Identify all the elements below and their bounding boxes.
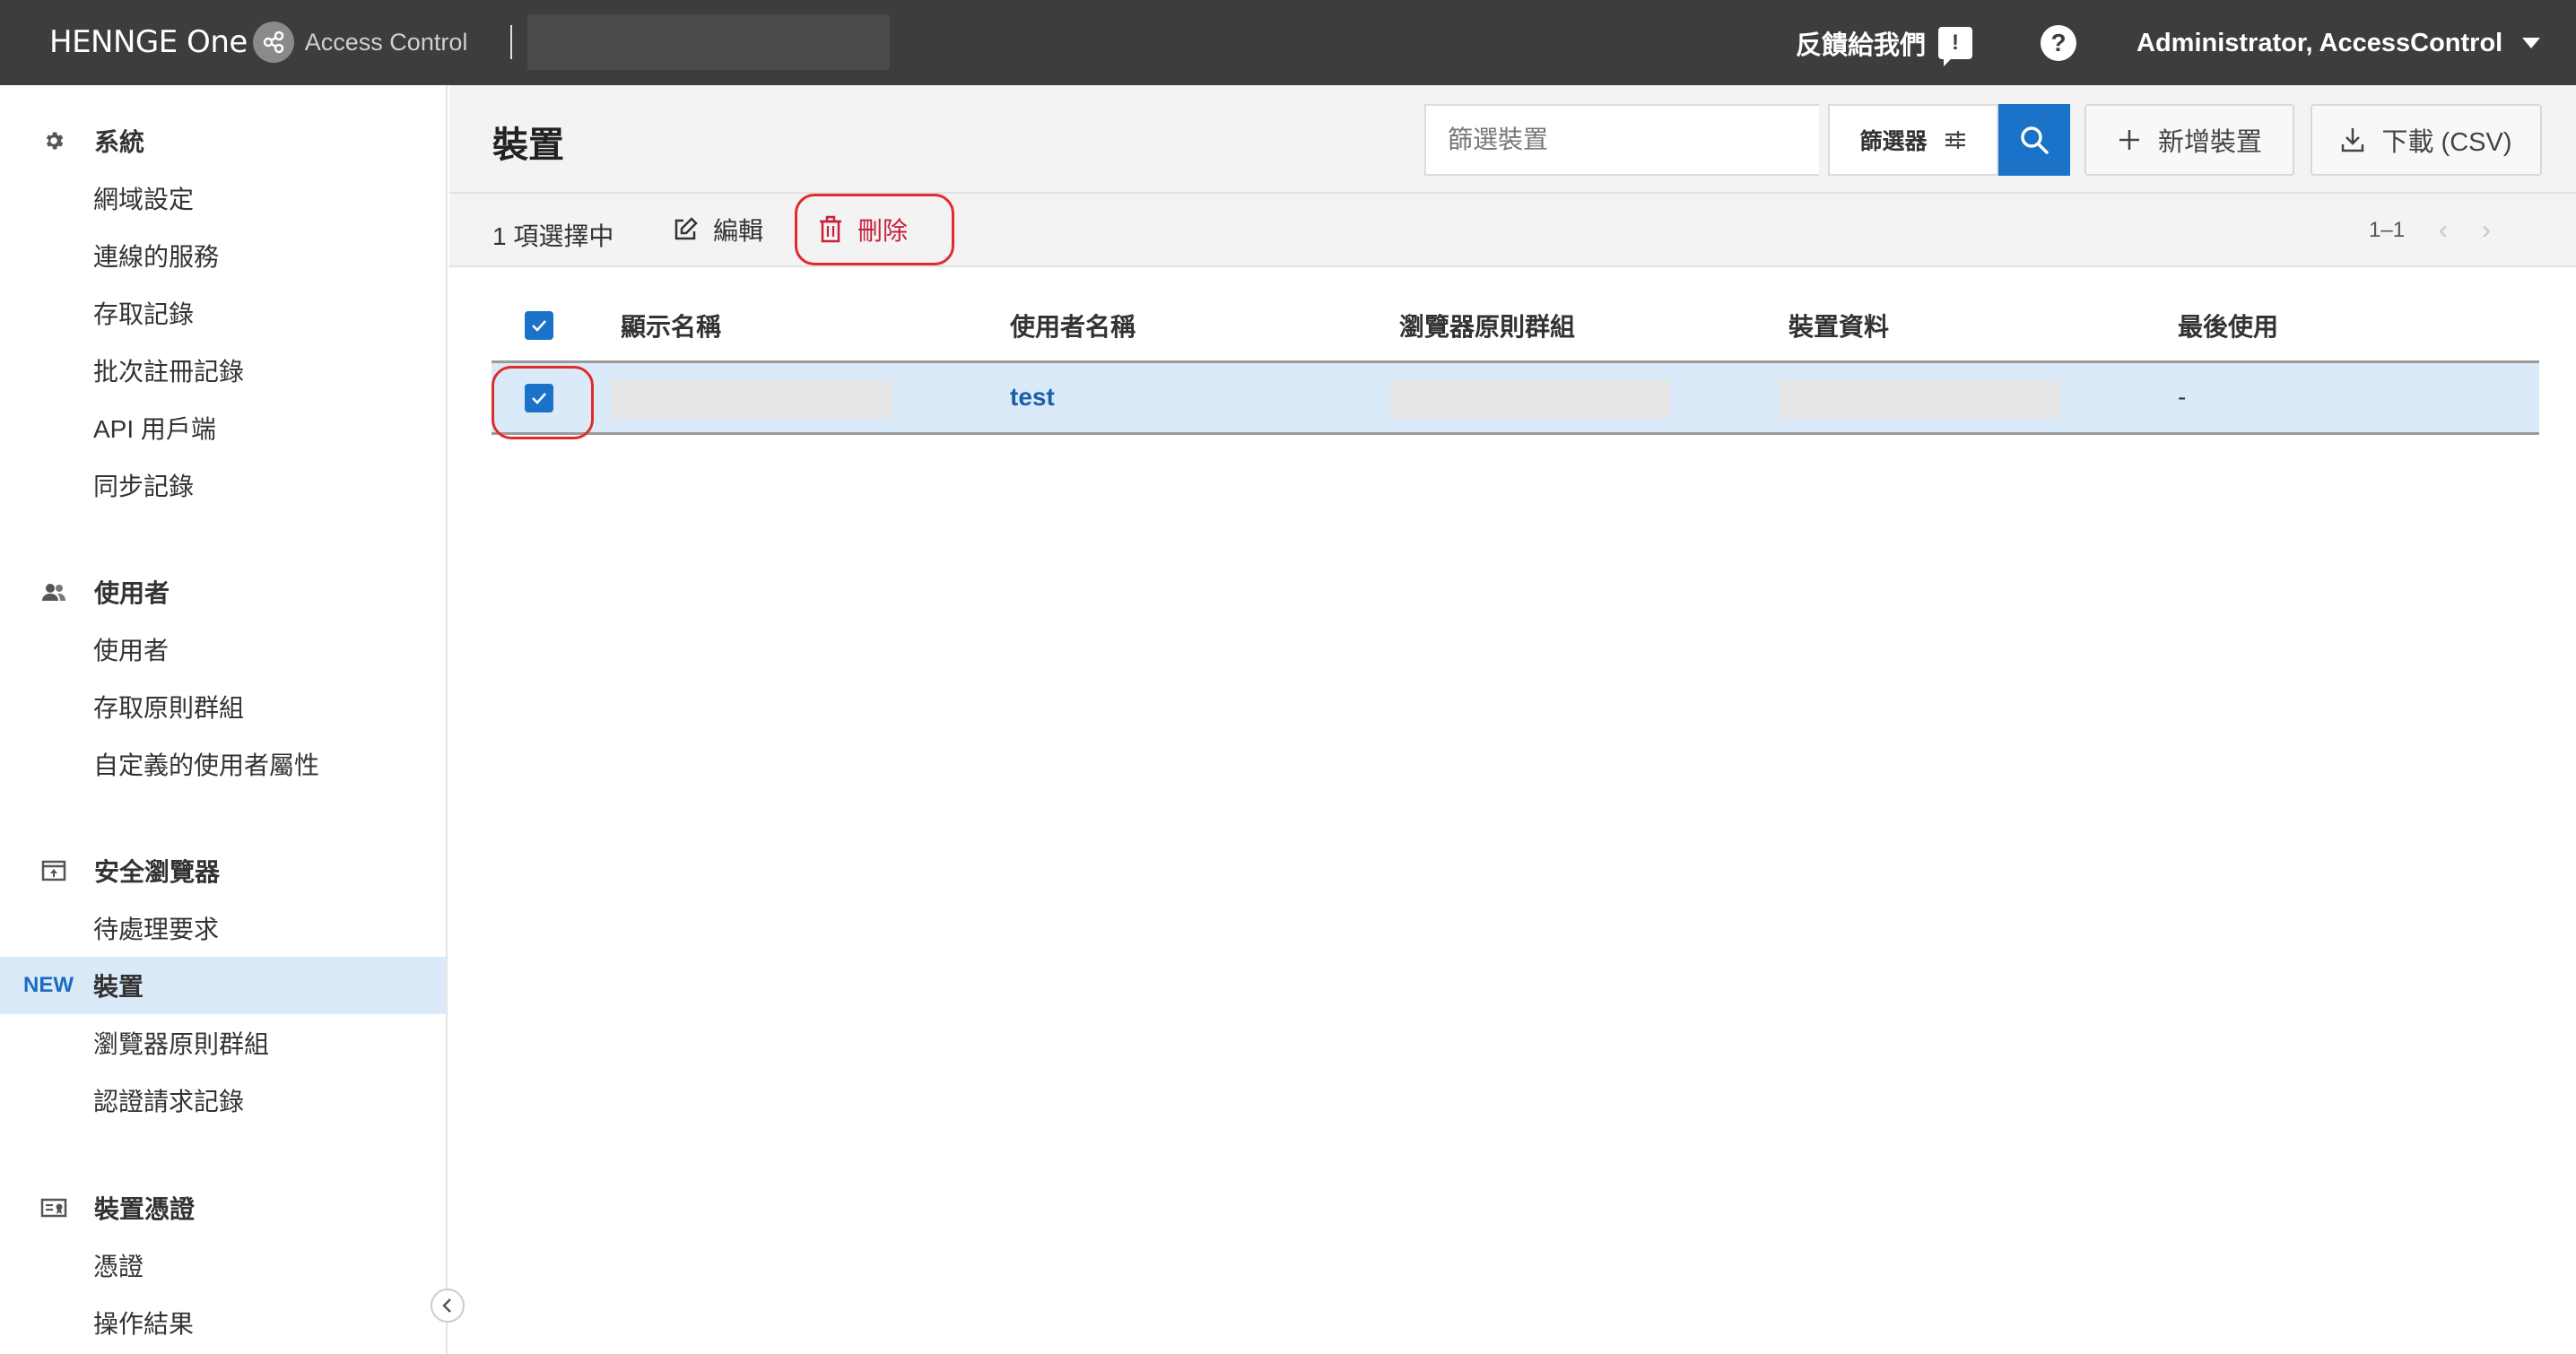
add-device-label: 新增裝置 bbox=[2157, 128, 2262, 157]
browser-icon bbox=[40, 857, 67, 884]
top-bar: HENNGE One Access Control 反饋給我們 ! ? Admi… bbox=[0, 0, 2576, 85]
sidebar-item-label: 裝置 bbox=[93, 973, 144, 1001]
sidebar-item-auth-request-logs[interactable]: 認證請求記錄 bbox=[0, 1072, 446, 1129]
chevron-left-icon bbox=[442, 1298, 451, 1313]
selection-action-bar: 1 項選擇中 編輯 刪除 1–1 ‹ › bbox=[449, 194, 2576, 267]
check-icon bbox=[532, 319, 546, 332]
feedback-icon: ! bbox=[1938, 27, 1973, 66]
sidebar-item-api-clients[interactable]: API 用戶端 bbox=[0, 399, 446, 456]
trash-icon bbox=[820, 215, 841, 243]
edit-button[interactable]: 編輯 bbox=[672, 210, 763, 249]
brand[interactable]: HENNGE One Access Control bbox=[49, 22, 467, 63]
download-csv-label: 下載 (CSV) bbox=[2381, 128, 2512, 157]
column-header-device-data[interactable]: 裝置資料 bbox=[1788, 308, 1889, 343]
gear-icon bbox=[40, 127, 67, 154]
sidebar-item-users[interactable]: 使用者 bbox=[0, 621, 446, 678]
column-header-username[interactable]: 使用者名稱 bbox=[1010, 308, 1136, 343]
collapse-sidebar-button[interactable] bbox=[431, 1289, 465, 1323]
device-data-redacted bbox=[1780, 379, 2059, 419]
account-menu[interactable]: Administrator, AccessControl bbox=[2137, 25, 2541, 61]
username-link[interactable]: test bbox=[1010, 383, 1055, 412]
last-used-value: - bbox=[2178, 383, 2187, 411]
sidebar-section-title: 系統 bbox=[94, 128, 145, 156]
users-icon bbox=[40, 578, 67, 605]
divider bbox=[510, 25, 512, 59]
sidebar-section-system: 系統 網域設定 連線的服務 存取記錄 批次註冊記錄 API 用戶端 同步記錄 bbox=[0, 112, 446, 514]
sliders-icon bbox=[1945, 131, 1965, 149]
filter-button[interactable]: 篩選器 bbox=[1828, 104, 1998, 176]
sidebar-item-browser-policy-groups[interactable]: 瀏覽器原則群組 bbox=[0, 1014, 446, 1072]
sidebar-item-batch-logs[interactable]: 批次註冊記錄 bbox=[0, 342, 446, 399]
share-logo-icon bbox=[252, 22, 294, 63]
sidebar-section-header: 安全瀏覽器 bbox=[0, 842, 446, 899]
download-icon bbox=[2342, 128, 2364, 152]
delete-label: 刪除 bbox=[857, 217, 909, 245]
sidebar-section-header: 系統 bbox=[0, 112, 446, 169]
pagination: 1–1 ‹ › bbox=[2369, 215, 2491, 246]
sidebar-section-device-certificates: 裝置憑證 憑證 操作結果 bbox=[0, 1179, 446, 1351]
browser-policy-group-redacted bbox=[1390, 379, 1670, 419]
selected-count: 1 項選擇中 bbox=[492, 222, 614, 250]
help-icon[interactable]: ? bbox=[2041, 25, 2076, 61]
sidebar-section-title: 使用者 bbox=[94, 579, 170, 607]
sidebar-section-header: 裝置憑證 bbox=[0, 1179, 446, 1237]
check-icon bbox=[532, 392, 546, 404]
pagination-range: 1–1 bbox=[2369, 218, 2406, 242]
search-box bbox=[1424, 104, 1819, 176]
display-name-redacted bbox=[612, 379, 892, 419]
chevron-down-icon bbox=[2522, 38, 2541, 48]
product-name: Access Control bbox=[304, 28, 468, 56]
column-header-last-used[interactable]: 最後使用 bbox=[2178, 308, 2278, 343]
sidebar-item-access-policy-groups[interactable]: 存取原則群組 bbox=[0, 678, 446, 735]
feedback-link[interactable]: 反饋給我們 ! bbox=[1796, 24, 1973, 66]
sidebar-item-domain-settings[interactable]: 網域設定 bbox=[0, 169, 446, 227]
sidebar: 系統 網域設定 連線的服務 存取記錄 批次註冊記錄 API 用戶端 同步記錄 使… bbox=[0, 85, 448, 1354]
sidebar-item-connected-services[interactable]: 連線的服務 bbox=[0, 227, 446, 284]
devices-table: 顯示名稱 使用者名稱 瀏覽器原則群組 裝置資料 最後使用 test - bbox=[492, 290, 2539, 439]
sidebar-item-certificates[interactable]: 憑證 bbox=[0, 1237, 446, 1294]
row-checkbox[interactable] bbox=[525, 383, 553, 412]
delete-button[interactable]: 刪除 bbox=[818, 210, 908, 249]
add-device-button[interactable]: 新增裝置 bbox=[2084, 104, 2294, 176]
sidebar-item-devices[interactable]: NEW 裝置 bbox=[0, 957, 446, 1014]
sidebar-item-pending-requests[interactable]: 待處理要求 bbox=[0, 899, 446, 957]
sidebar-item-sync-logs[interactable]: 同步記錄 bbox=[0, 456, 446, 514]
edit-icon bbox=[674, 217, 698, 240]
tenant-name-redacted bbox=[527, 14, 890, 70]
plus-icon bbox=[2119, 130, 2139, 150]
sidebar-section-title: 裝置憑證 bbox=[94, 1195, 196, 1223]
sidebar-section-users: 使用者 使用者 存取原則群組 自定義的使用者屬性 bbox=[0, 563, 446, 793]
sidebar-section-secure-browser: 安全瀏覽器 待處理要求 NEW 裝置 瀏覽器原則群組 認證請求記錄 bbox=[0, 842, 446, 1129]
filter-label: 篩選器 bbox=[1859, 129, 1928, 154]
table-header: 顯示名稱 使用者名稱 瀏覽器原則群組 裝置資料 最後使用 bbox=[492, 290, 2539, 363]
edit-label: 編輯 bbox=[713, 217, 764, 245]
table-row[interactable]: test - bbox=[492, 363, 2539, 435]
download-csv-button[interactable]: 下載 (CSV) bbox=[2311, 104, 2542, 176]
search-input[interactable] bbox=[1426, 106, 1819, 174]
sidebar-item-operation-results[interactable]: 操作結果 bbox=[0, 1294, 446, 1351]
account-label: Administrator, AccessControl bbox=[2137, 28, 2503, 57]
search-button[interactable] bbox=[1998, 104, 2070, 176]
search-icon bbox=[2021, 126, 2049, 154]
chevron-left-icon[interactable]: ‹ bbox=[2439, 215, 2448, 246]
select-all-checkbox[interactable] bbox=[525, 310, 553, 340]
brand-name: HENNGE One bbox=[49, 24, 248, 60]
chevron-right-icon[interactable]: › bbox=[2482, 215, 2491, 246]
sidebar-section-title: 安全瀏覽器 bbox=[94, 858, 221, 886]
page-header: 裝置 篩選器 新增裝置 下載 (CSV) bbox=[449, 85, 2576, 194]
certificate-icon bbox=[40, 1194, 67, 1221]
page-title: 裝置 bbox=[492, 126, 564, 165]
sidebar-item-custom-user-attributes[interactable]: 自定義的使用者屬性 bbox=[0, 735, 446, 793]
column-header-browser-policy-group[interactable]: 瀏覽器原則群組 bbox=[1399, 308, 1575, 343]
column-header-display-name[interactable]: 顯示名稱 bbox=[621, 308, 721, 343]
feedback-label: 反饋給我們 bbox=[1796, 31, 1927, 60]
sidebar-item-access-logs[interactable]: 存取記錄 bbox=[0, 284, 446, 342]
sidebar-section-header: 使用者 bbox=[0, 563, 446, 621]
new-badge: NEW bbox=[23, 973, 74, 997]
main-content: 裝置 篩選器 新增裝置 下載 (CSV) 1 項選擇中 編輯 刪除 bbox=[449, 85, 2576, 1354]
